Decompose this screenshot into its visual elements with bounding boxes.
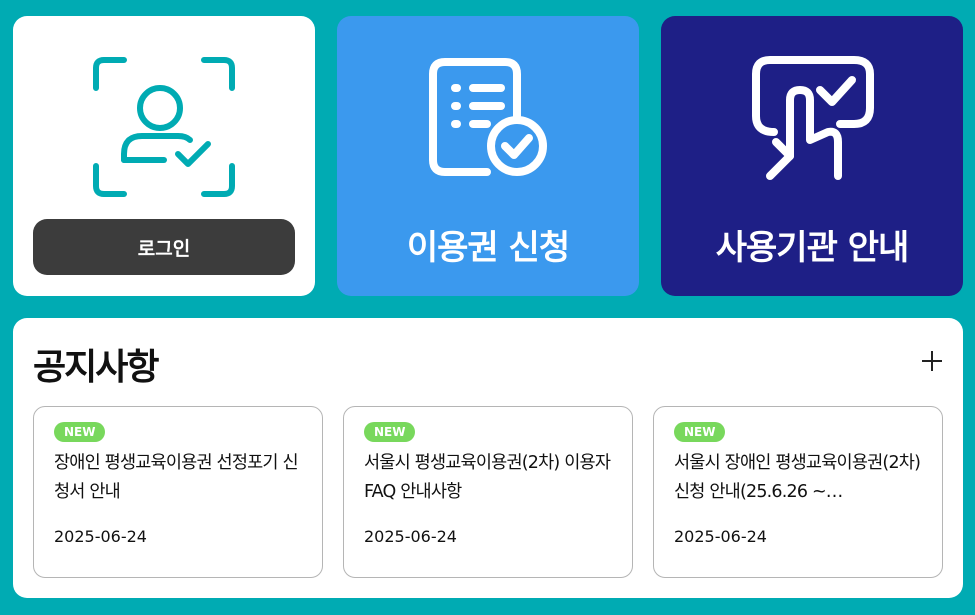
touch-select-check-icon [752, 56, 874, 180]
plus-icon[interactable] [921, 350, 943, 372]
voucher-apply-tile[interactable]: 이용권 신청 [337, 16, 639, 296]
notice-card[interactable]: NEW 서울시 장애인 평생교육이용권(2차) 신청 안내(25.6.26 ~…… [653, 406, 943, 578]
login-button[interactable]: 로그인 [33, 219, 295, 275]
institution-guide-tile[interactable]: 사용기관 안내 [661, 16, 963, 296]
new-badge: NEW [674, 422, 726, 442]
notice-card-date: 2025-06-24 [674, 527, 767, 546]
face-scan-user-check-icon [93, 57, 235, 197]
new-badge: NEW [364, 422, 416, 442]
notice-card-date: 2025-06-24 [364, 527, 457, 546]
document-check-icon [429, 58, 547, 176]
new-badge: NEW [54, 422, 106, 442]
institution-guide-label: 사용기관 안내 [715, 228, 910, 268]
notice-card[interactable]: NEW 서울시 평생교육이용권(2차) 이용자 FAQ 안내사항 2025-06… [343, 406, 633, 578]
notice-card-title: 서울시 장애인 평생교육이용권(2차) 신청 안내(25.6.26 ~… [674, 453, 921, 502]
login-tile: 로그인 [13, 16, 315, 296]
voucher-apply-label: 이용권 신청 [406, 228, 570, 268]
notice-card[interactable]: NEW 장애인 평생교육이용권 선정포기 신청서 안내 2025-06-24 [33, 406, 323, 578]
notice-card-title: 서울시 평생교육이용권(2차) 이용자 FAQ 안내사항 [364, 453, 611, 502]
notice-card-title: 장애인 평생교육이용권 선정포기 신청서 안내 [54, 453, 299, 502]
notice-section: 공지사항 NEW 장애인 평생교육이용권 선정포기 신청서 안내 2025-06… [13, 318, 963, 598]
notice-title: 공지사항 [33, 347, 159, 388]
notice-card-date: 2025-06-24 [54, 527, 147, 546]
page: 로그인 이용권 신청 사용기관 안내 공지사항 NEW 장애인 평생교육이용권 … [0, 0, 975, 615]
